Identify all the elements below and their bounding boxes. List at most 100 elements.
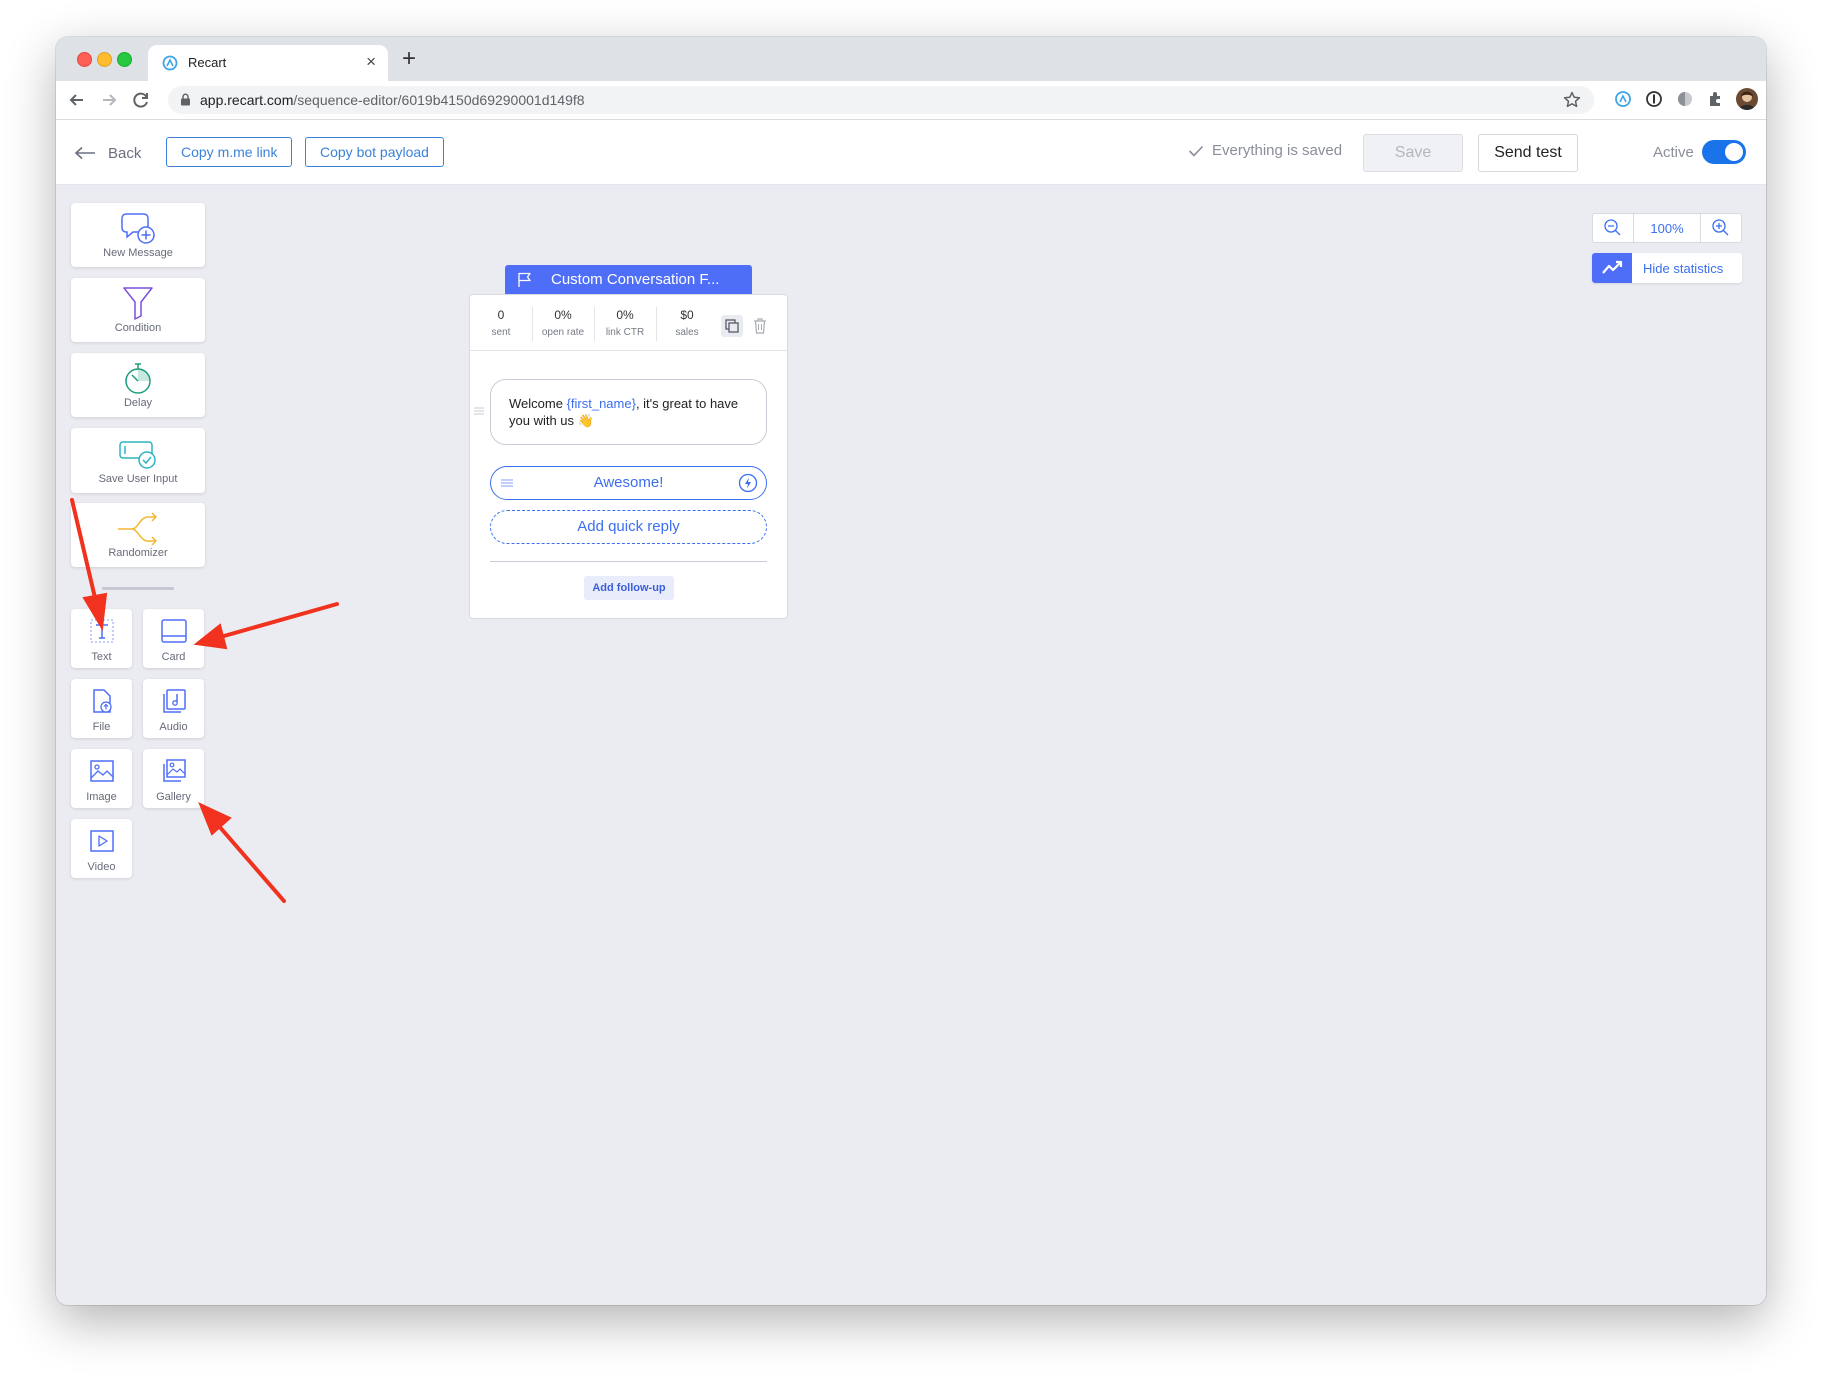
- reload-icon[interactable]: [130, 89, 152, 111]
- node-title: Custom Conversation F...: [551, 271, 720, 288]
- block-card[interactable]: Card: [143, 609, 204, 668]
- tool-new-message[interactable]: New Message: [71, 203, 205, 267]
- stat-value: 0%: [616, 308, 634, 322]
- save-status-text: Everything is saved: [1212, 142, 1343, 159]
- quick-reply-button[interactable]: Awesome!: [490, 466, 767, 500]
- extension-shield-icon[interactable]: [1675, 89, 1695, 109]
- bookmark-star-icon[interactable]: [1562, 90, 1582, 110]
- browser-tab[interactable]: Recart ×: [148, 45, 388, 81]
- tool-randomizer[interactable]: Randomizer: [71, 503, 205, 567]
- block-text[interactable]: Text: [71, 609, 132, 668]
- tool-condition[interactable]: Condition: [71, 278, 205, 342]
- profile-photo-icon: [1739, 91, 1755, 110]
- block-label: Image: [86, 791, 117, 803]
- block-label: Video: [87, 861, 116, 873]
- block-label: Audio: [159, 721, 188, 733]
- quick-reply-label: Awesome!: [593, 474, 664, 491]
- browser-menu-icon[interactable]: [1763, 89, 1766, 109]
- password-manager-icon[interactable]: [1644, 89, 1664, 109]
- message-bubble[interactable]: Welcome {first_name}, it's great to have…: [490, 379, 767, 445]
- block-file[interactable]: File: [71, 679, 132, 738]
- block-label: Gallery: [156, 791, 191, 803]
- duplicate-node-button[interactable]: [721, 315, 743, 337]
- active-label: Active: [1653, 144, 1694, 161]
- stat-value: 0%: [554, 308, 572, 322]
- image-icon: [89, 760, 114, 782]
- add-quick-reply-button[interactable]: Add quick reply: [490, 510, 767, 544]
- back-link[interactable]: Back: [74, 142, 141, 164]
- copy-icon: [725, 319, 739, 333]
- back-arrow-icon[interactable]: [66, 89, 88, 111]
- delete-node-button[interactable]: [749, 315, 771, 337]
- block-video[interactable]: Video: [71, 819, 132, 878]
- tool-delay[interactable]: Delay: [71, 353, 205, 417]
- stat-open-rate: 0% open rate: [532, 308, 594, 338]
- stats-toggle-icon-box: [1592, 253, 1632, 283]
- conversation-node[interactable]: 0 sent 0% open rate 0% link CTR $0 sales: [469, 294, 788, 619]
- zoom-controls: 100%: [1592, 213, 1742, 243]
- zoom-out-button[interactable]: [1593, 214, 1634, 242]
- add-follow-up-button[interactable]: Add follow-up: [584, 576, 674, 600]
- tool-label: Save User Input: [98, 473, 178, 485]
- recart-extension-icon[interactable]: [1613, 89, 1633, 109]
- sequence-canvas[interactable]: New Message Condition Delay Save User In…: [56, 185, 1766, 1305]
- minimize-window-button[interactable]: [97, 52, 112, 67]
- send-test-button[interactable]: Send test: [1478, 134, 1578, 172]
- stat-value: 0: [497, 308, 505, 322]
- stat-label: open rate: [541, 327, 585, 338]
- stat-label: link CTR: [605, 327, 645, 338]
- back-label: Back: [108, 144, 142, 162]
- drag-handle-icon[interactable]: [474, 407, 484, 415]
- block-gallery[interactable]: Gallery: [143, 749, 204, 808]
- address-bar[interactable]: app.recart.com/sequence-editor/6019b4150…: [168, 86, 1594, 114]
- zoom-window-button[interactable]: [117, 52, 132, 67]
- card-icon: [160, 619, 187, 643]
- puzzle-extensions-icon[interactable]: [1706, 89, 1726, 109]
- audio-icon: [162, 689, 186, 713]
- checkmark-icon: [1188, 145, 1204, 157]
- hide-statistics-button[interactable]: Hide statistics: [1592, 253, 1742, 283]
- gallery-icon: [162, 759, 186, 782]
- text-icon: [90, 619, 113, 643]
- first-name-variable: {first_name}: [566, 396, 636, 411]
- zoom-in-button[interactable]: [1700, 214, 1741, 242]
- zoom-level: 100%: [1650, 221, 1684, 236]
- save-status: Everything is saved: [1188, 142, 1342, 159]
- lightning-icon[interactable]: [738, 473, 758, 493]
- tab-close-icon[interactable]: ×: [366, 52, 376, 72]
- profile-avatar[interactable]: [1736, 88, 1758, 110]
- new-tab-button[interactable]: +: [402, 45, 416, 73]
- block-label: Card: [161, 651, 186, 663]
- forward-arrow-icon[interactable]: [98, 89, 120, 111]
- stat-label: sent: [491, 327, 511, 338]
- tool-save-user-input[interactable]: Save User Input: [71, 428, 205, 493]
- node-title-bar[interactable]: Custom Conversation F...: [505, 265, 752, 295]
- trend-up-icon: [1602, 260, 1623, 274]
- browser-window: Recart × + app.recart.com/sequence-edito…: [56, 37, 1766, 1305]
- funnel-icon: [123, 287, 153, 320]
- lock-icon: [181, 93, 190, 106]
- tab-title: Recart: [188, 55, 227, 70]
- hide-statistics-label: Hide statistics: [1643, 261, 1724, 276]
- stat-sent: 0 sent: [470, 308, 532, 338]
- editor-header: Back Copy m.me link Copy bot payload Eve…: [56, 120, 1766, 185]
- block-image[interactable]: Image: [71, 749, 132, 808]
- stat-label: sales: [675, 327, 699, 338]
- copy-bot-payload-button[interactable]: Copy bot payload: [305, 137, 444, 167]
- zoom-out-icon: [1604, 219, 1621, 236]
- browser-toolbar: app.recart.com/sequence-editor/6019b4150…: [56, 81, 1766, 120]
- tool-label: New Message: [103, 247, 173, 259]
- save-button[interactable]: Save: [1363, 134, 1463, 172]
- copy-mme-link-button[interactable]: Copy m.me link: [166, 137, 293, 167]
- drag-handle-icon[interactable]: [501, 478, 513, 488]
- active-toggle[interactable]: [1702, 140, 1746, 164]
- tool-label: Randomizer: [108, 547, 168, 559]
- tool-label: Condition: [114, 322, 162, 334]
- back-arrow-icon: [74, 146, 95, 160]
- close-window-button[interactable]: [77, 52, 92, 67]
- video-icon: [89, 830, 114, 852]
- block-audio[interactable]: Audio: [143, 679, 204, 738]
- stat-value: $0: [680, 308, 694, 322]
- save-input-icon: [119, 441, 156, 469]
- stat-link-ctr: 0% link CTR: [594, 308, 656, 338]
